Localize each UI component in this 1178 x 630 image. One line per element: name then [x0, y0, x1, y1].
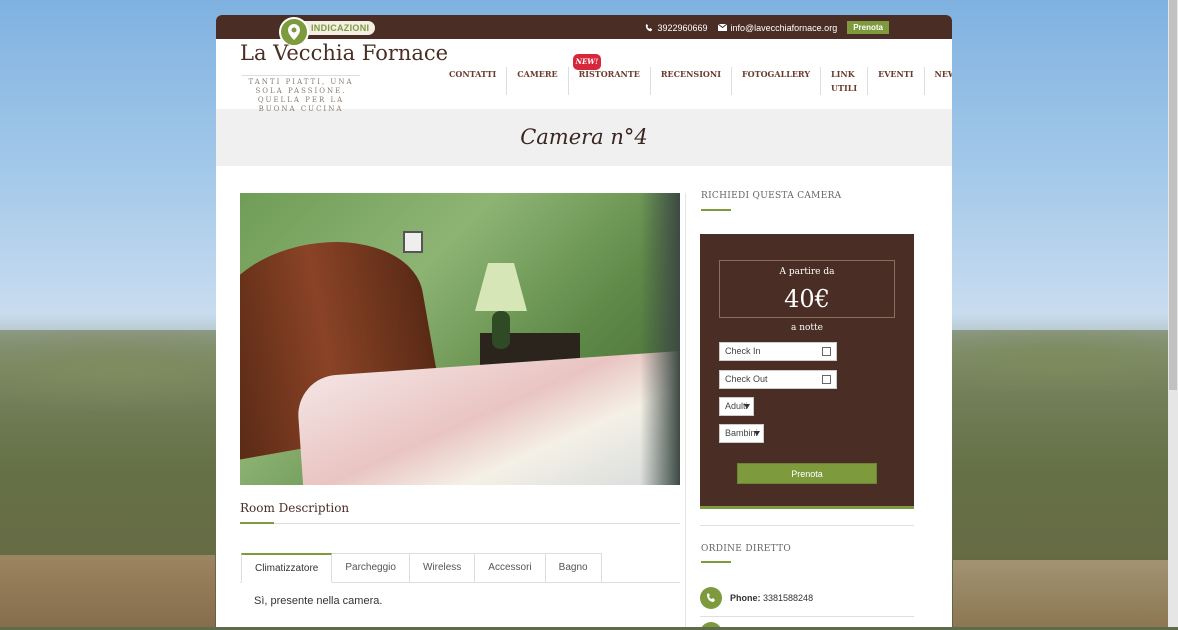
page-title-band: Camera n°4 [216, 109, 952, 166]
direct-order-accent [701, 561, 731, 563]
checkout-field[interactable]: Check Out [719, 370, 837, 389]
tab-climatizzatore[interactable]: Climatizzatore [241, 553, 333, 583]
mail-icon [717, 24, 727, 31]
nav-item-news[interactable]: NEWS [925, 67, 952, 95]
top-contacts: 3922960669 info@lavecchiafornace.org Pre… [645, 21, 889, 34]
lamp-base [492, 311, 510, 349]
page-title: Camera n°4 [520, 125, 648, 149]
room-tabs: Climatizzatore Parcheggio Wireless Acces… [241, 553, 602, 583]
tab-bagno[interactable]: Bagno [545, 553, 602, 583]
price-value: 40€ [784, 285, 830, 313]
price-per-night: a notte [786, 323, 827, 333]
background-town-right [953, 560, 1168, 627]
phone-icon [700, 587, 722, 609]
nav-item-link-utili[interactable]: LINK UTILI [821, 67, 869, 95]
header: La Vecchia Fornace TANTI PIATTI, UNA SOL… [216, 39, 952, 113]
chevron-down-icon [744, 404, 750, 409]
sidebar-divider-2 [700, 616, 914, 617]
tab-content: Sì, presente nella camera. [254, 595, 383, 607]
tab-parcheggio[interactable]: Parcheggio [332, 553, 410, 583]
site-container: INDICAZIONI 3922960669 info@lavecchiafor… [216, 15, 952, 627]
chevron-down-icon [754, 431, 760, 436]
background-town-left [0, 555, 215, 627]
booking-heading-accent [701, 209, 731, 211]
price-frame: A partire da 40€ a notte [719, 260, 895, 333]
phone-value: 3381588248 [763, 593, 814, 603]
nav-item-contatti[interactable]: CONTATTI [439, 67, 508, 95]
booking-box: A partire da 40€ a notte Check In Check … [700, 234, 914, 509]
booking-heading: RICHIEDI QUESTA CAMERA [701, 191, 842, 201]
room-photo [240, 193, 680, 485]
nav-item-ristorante[interactable]: NEW! RISTORANTE [569, 54, 651, 95]
nav-item-fotogallery[interactable]: FOTOGALLERY [732, 67, 822, 95]
top-bar: INDICAZIONI 3922960669 info@lavecchiafor… [216, 15, 952, 47]
top-email[interactable]: info@lavecchiafornace.org [717, 23, 837, 33]
light-switch [403, 231, 423, 253]
phone-label: Phone: [730, 593, 761, 603]
page-scrollbar[interactable] [1168, 0, 1178, 627]
calendar-icon [822, 375, 831, 384]
room-description-heading: Room Description [240, 501, 680, 524]
site-tagline: TANTI PIATTI, UNA SOLA PASSIONE. QUELLA … [242, 75, 360, 114]
main-nav: CONTATTI CAMERE NEW! RISTORANTE RECENSION… [439, 54, 952, 95]
column-divider [685, 193, 686, 627]
direct-phone-row[interactable]: Phone: 3381588248 [700, 587, 813, 609]
scrollbar-thumb[interactable] [1169, 0, 1177, 390]
calendar-icon [822, 347, 831, 356]
nav-item-camere[interactable]: CAMERE [507, 67, 569, 95]
phone-icon [646, 23, 653, 31]
direct-order-heading: ORDINE DIRETTO [701, 544, 792, 554]
curtain [640, 193, 680, 485]
children-select[interactable]: Bambini [719, 424, 764, 443]
tab-wireless[interactable]: Wireless [409, 553, 476, 583]
tab-accessori[interactable]: Accessori [475, 553, 546, 583]
nav-item-eventi[interactable]: EVENTI [868, 67, 925, 95]
checkin-field[interactable]: Check In [719, 342, 837, 361]
top-book-button[interactable]: Prenota [847, 21, 889, 34]
sidebar-divider [700, 525, 914, 526]
new-badge: NEW! [572, 54, 602, 70]
nav-item-recensioni[interactable]: RECENSIONI [651, 67, 732, 95]
adults-select[interactable]: Adulti [719, 397, 754, 416]
price-from: A partire da [775, 267, 839, 277]
top-phone[interactable]: 3922960669 [645, 23, 708, 33]
lamp-shade [475, 263, 527, 311]
book-submit-button[interactable]: Prenota [737, 463, 877, 484]
contact-icon [700, 622, 722, 627]
site-logo-title[interactable]: La Vecchia Fornace [240, 41, 448, 65]
